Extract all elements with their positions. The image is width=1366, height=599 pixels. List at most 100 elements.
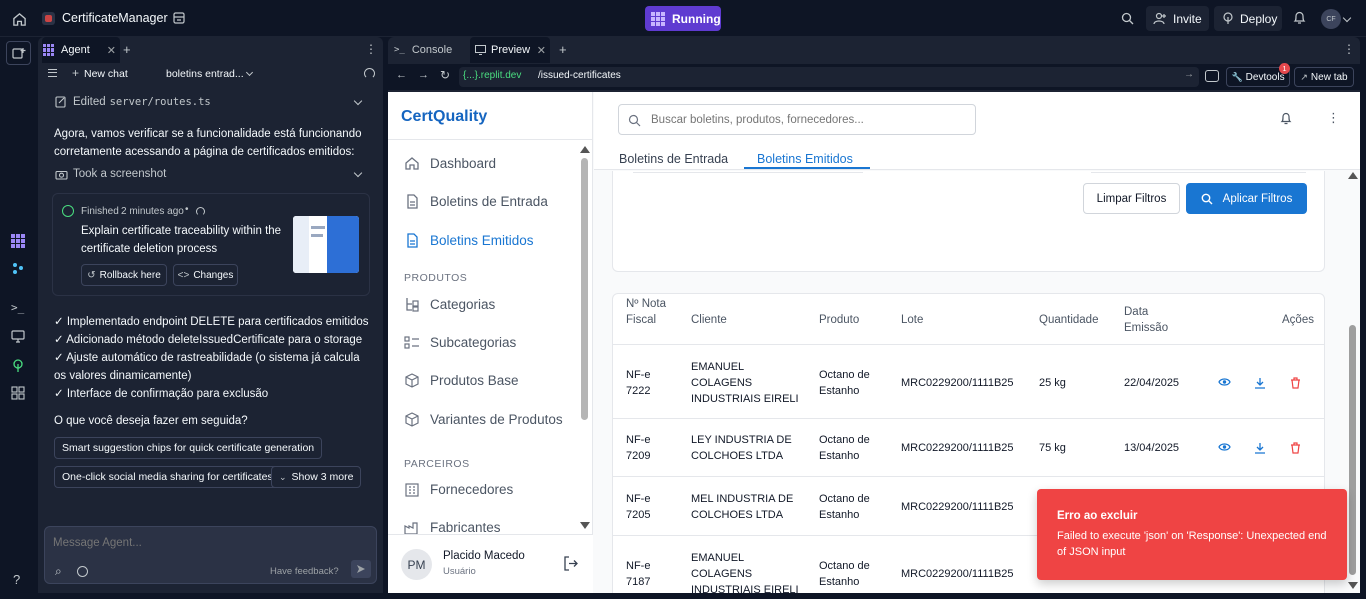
delete-icon[interactable] [1290, 376, 1301, 389]
changes-button[interactable]: <> Changes [173, 264, 238, 286]
suggestion-chip[interactable]: One-click social media sharing for certi… [54, 466, 281, 488]
new-tab-button[interactable]: ↗ New tab [1294, 67, 1354, 87]
help-icon[interactable]: ? [13, 572, 20, 587]
gauge-icon[interactable] [364, 68, 375, 79]
chat-preview-icon[interactable] [1205, 70, 1219, 82]
sidebar-item-dashboard[interactable]: Dashboard [404, 156, 496, 171]
search-icon[interactable] [1121, 12, 1134, 25]
sidebar-item-fabricantes[interactable]: Fabricantes [404, 520, 501, 535]
content-scrollbar[interactable] [1346, 170, 1359, 593]
refresh-icon[interactable]: ↻ [440, 68, 450, 82]
header-quantidade[interactable]: Quantidade [1039, 312, 1098, 328]
chat-title[interactable]: boletins entrad... [166, 68, 244, 80]
chevron-down-icon[interactable] [1342, 13, 1352, 23]
sidebar-scrollbar[interactable] [579, 146, 591, 530]
notification-bell-icon[interactable] [1280, 112, 1292, 125]
chevron-down-icon[interactable] [245, 68, 254, 77]
more-options-icon[interactable]: ⋮ [365, 42, 377, 56]
add-tab-icon[interactable]: + [123, 42, 131, 57]
header-nota-fiscal[interactable]: Nº Nota Fiscal [626, 296, 666, 328]
search-box[interactable] [618, 104, 976, 135]
more-options-icon[interactable]: ⋮ [1327, 110, 1340, 126]
clear-filters-button[interactable]: Limpar Filtros [1083, 183, 1180, 214]
tab-console[interactable]: >_ Console [392, 37, 470, 63]
close-icon[interactable]: ✕ [537, 44, 546, 57]
screenshot-thumbnail[interactable] [293, 216, 359, 273]
screenshot-row[interactable]: Took a screenshot [55, 168, 166, 180]
scroll-up-arrow[interactable] [1348, 172, 1358, 179]
forward-icon[interactable]: → [418, 69, 429, 81]
git-icon[interactable] [12, 262, 24, 274]
error-toast[interactable]: Erro ao excluir Failed to execute 'json'… [1037, 489, 1347, 580]
tab-preview[interactable]: Preview ✕ [470, 37, 550, 63]
download-icon[interactable] [1254, 377, 1266, 389]
header-cliente[interactable]: Cliente [691, 312, 727, 328]
view-icon[interactable] [1218, 442, 1231, 452]
message-input[interactable] [53, 535, 353, 551]
scroll-down-arrow[interactable] [1348, 582, 1358, 589]
send-icon [357, 565, 365, 573]
invite-button[interactable]: Invite [1146, 6, 1209, 31]
project-title[interactable]: CertificateManager [62, 11, 168, 25]
avatar[interactable]: CF [1321, 9, 1341, 29]
sidebar-item-variantes[interactable]: Variantes de Produtos [404, 412, 563, 427]
attach-icon[interactable]: ⌕ [55, 564, 62, 579]
new-chat-button[interactable]: New chat [84, 68, 128, 80]
view-icon[interactable] [1218, 377, 1231, 387]
user-initials: PM [407, 557, 426, 572]
tab-boletins-entrada[interactable]: Boletins de Entrada [619, 152, 728, 166]
sidebar-item-subcategorias[interactable]: Subcategorias [404, 335, 516, 350]
add-tab-icon[interactable]: + [559, 42, 567, 57]
all-tools-icon[interactable] [11, 386, 25, 400]
header-data-emissao[interactable]: Data Emissão [1124, 304, 1174, 336]
send-button[interactable] [351, 560, 371, 578]
edited-row[interactable]: Edited server/routes.ts [55, 96, 211, 108]
scroll-thumb[interactable] [581, 158, 588, 420]
apply-filters-button[interactable]: Aplicar Filtros [1186, 183, 1307, 214]
delete-icon[interactable] [1290, 442, 1301, 454]
chevron-down-icon[interactable] [353, 96, 363, 106]
filter-field[interactable] [633, 169, 863, 173]
chevron-down-icon[interactable] [353, 168, 363, 178]
deployments-icon[interactable] [12, 359, 24, 373]
feedback-link[interactable]: Have feedback? [270, 566, 339, 577]
menu-icon[interactable] [48, 69, 57, 77]
tab-boletins-emitidos[interactable]: Boletins Emitidos [757, 152, 853, 166]
close-icon[interactable]: ✕ [107, 44, 116, 57]
sidebar-item-boletins-emitidos[interactable]: Boletins Emitidos [404, 233, 534, 248]
files-icon[interactable] [172, 11, 186, 25]
deploy-button[interactable]: Deploy [1214, 6, 1282, 31]
run-button[interactable]: Running [645, 6, 721, 31]
sidebar-item-label: Dashboard [430, 156, 497, 171]
rollback-button[interactable]: ↺ Rollback here [81, 264, 167, 286]
shell-icon[interactable]: >_ [11, 301, 24, 314]
logout-icon[interactable] [563, 556, 578, 571]
sidebar-item-boletins-entrada[interactable]: Boletins de Entrada [404, 194, 548, 209]
filter-field[interactable] [1091, 169, 1306, 173]
sidebar-item-produtos-base[interactable]: Produtos Base [404, 373, 519, 388]
scroll-thumb[interactable] [1349, 325, 1356, 575]
more-options-icon[interactable]: ⋮ [1343, 42, 1355, 56]
settings-icon[interactable] [77, 566, 88, 577]
tab-agent[interactable]: Agent ✕ [42, 37, 120, 63]
search-input[interactable] [651, 112, 961, 128]
header-lote[interactable]: Lote [901, 312, 923, 328]
header-produto[interactable]: Produto [819, 312, 859, 328]
sidebar-item-categorias[interactable]: Categorias [404, 297, 495, 312]
app-logo[interactable]: CertQuality [401, 108, 487, 126]
preview-panel: >_ Console Preview ✕ + ⋮ ← → ↻ {...}.rep… [388, 37, 1360, 593]
back-icon[interactable]: ← [396, 69, 407, 81]
home-icon[interactable] [11, 11, 27, 27]
download-icon[interactable] [1254, 442, 1266, 454]
agent-icon[interactable] [11, 234, 25, 248]
preview-icon[interactable] [11, 330, 25, 343]
open-arrow-icon[interactable]: → [1184, 69, 1194, 80]
scroll-up-arrow[interactable] [580, 146, 590, 153]
show-more-button[interactable]: ⌄ Show 3 more [271, 466, 362, 488]
bell-icon[interactable] [1293, 11, 1306, 25]
scroll-down-arrow[interactable] [580, 522, 590, 529]
url-field[interactable]: {...}.replit.dev /issued-certificates → [459, 67, 1199, 87]
sidebar-item-fornecedores[interactable]: Fornecedores [404, 482, 513, 497]
new-tab-icon[interactable] [6, 41, 31, 65]
suggestion-chip[interactable]: Smart suggestion chips for quick certifi… [54, 437, 323, 459]
